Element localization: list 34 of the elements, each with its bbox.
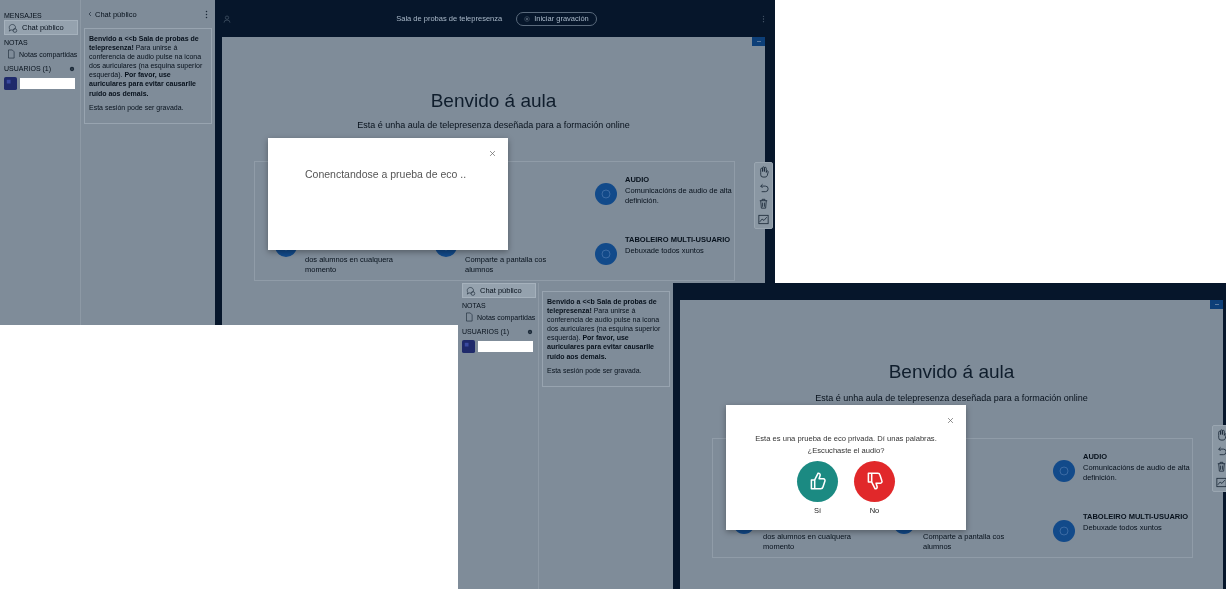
minimize-button[interactable] — [752, 37, 765, 46]
document-icon — [6, 49, 16, 59]
document-icon — [464, 312, 474, 322]
close-icon[interactable] — [489, 150, 496, 157]
slide-subtitle: Esta é unha aula de telepresenza deseñada para a formación online — [357, 120, 630, 130]
feature-icon — [595, 183, 617, 205]
chat-bubble-icon — [8, 22, 18, 33]
record-icon — [524, 15, 531, 22]
feature-icon — [595, 243, 617, 265]
close-icon[interactable] — [947, 417, 954, 424]
hand-icon[interactable] — [1215, 428, 1226, 441]
chart-icon[interactable] — [757, 213, 770, 226]
chat-bubble-icon — [466, 285, 476, 296]
slide-title: Benvido á aula — [888, 361, 1015, 383]
user-avatar-icon[interactable] — [462, 340, 475, 353]
trash-icon[interactable] — [1215, 460, 1226, 473]
name-redaction-block — [20, 78, 75, 89]
chart-icon[interactable] — [1215, 476, 1226, 489]
more-options-icon[interactable] — [762, 14, 765, 23]
hand-icon[interactable] — [757, 165, 770, 178]
feature-icon — [1053, 520, 1075, 542]
no-button[interactable] — [854, 460, 895, 502]
undo-icon[interactable] — [757, 181, 770, 194]
yes-button[interactable] — [797, 460, 838, 502]
undo-icon[interactable] — [1215, 444, 1226, 457]
minimize-button[interactable] — [1210, 300, 1223, 309]
feature-icon — [1053, 460, 1075, 482]
slide-title: Benvido á aula — [430, 90, 557, 112]
dialog-message: Conenctandose a prueba de eco .. — [305, 168, 468, 180]
slide-subtitle: Esta é unha aula de telepresenza deseñada para a formación online — [815, 393, 1088, 403]
trash-icon[interactable] — [757, 197, 770, 210]
user-avatar-icon[interactable] — [4, 77, 17, 90]
chevron-left-icon — [88, 11, 92, 17]
name-redaction-block — [478, 341, 533, 352]
